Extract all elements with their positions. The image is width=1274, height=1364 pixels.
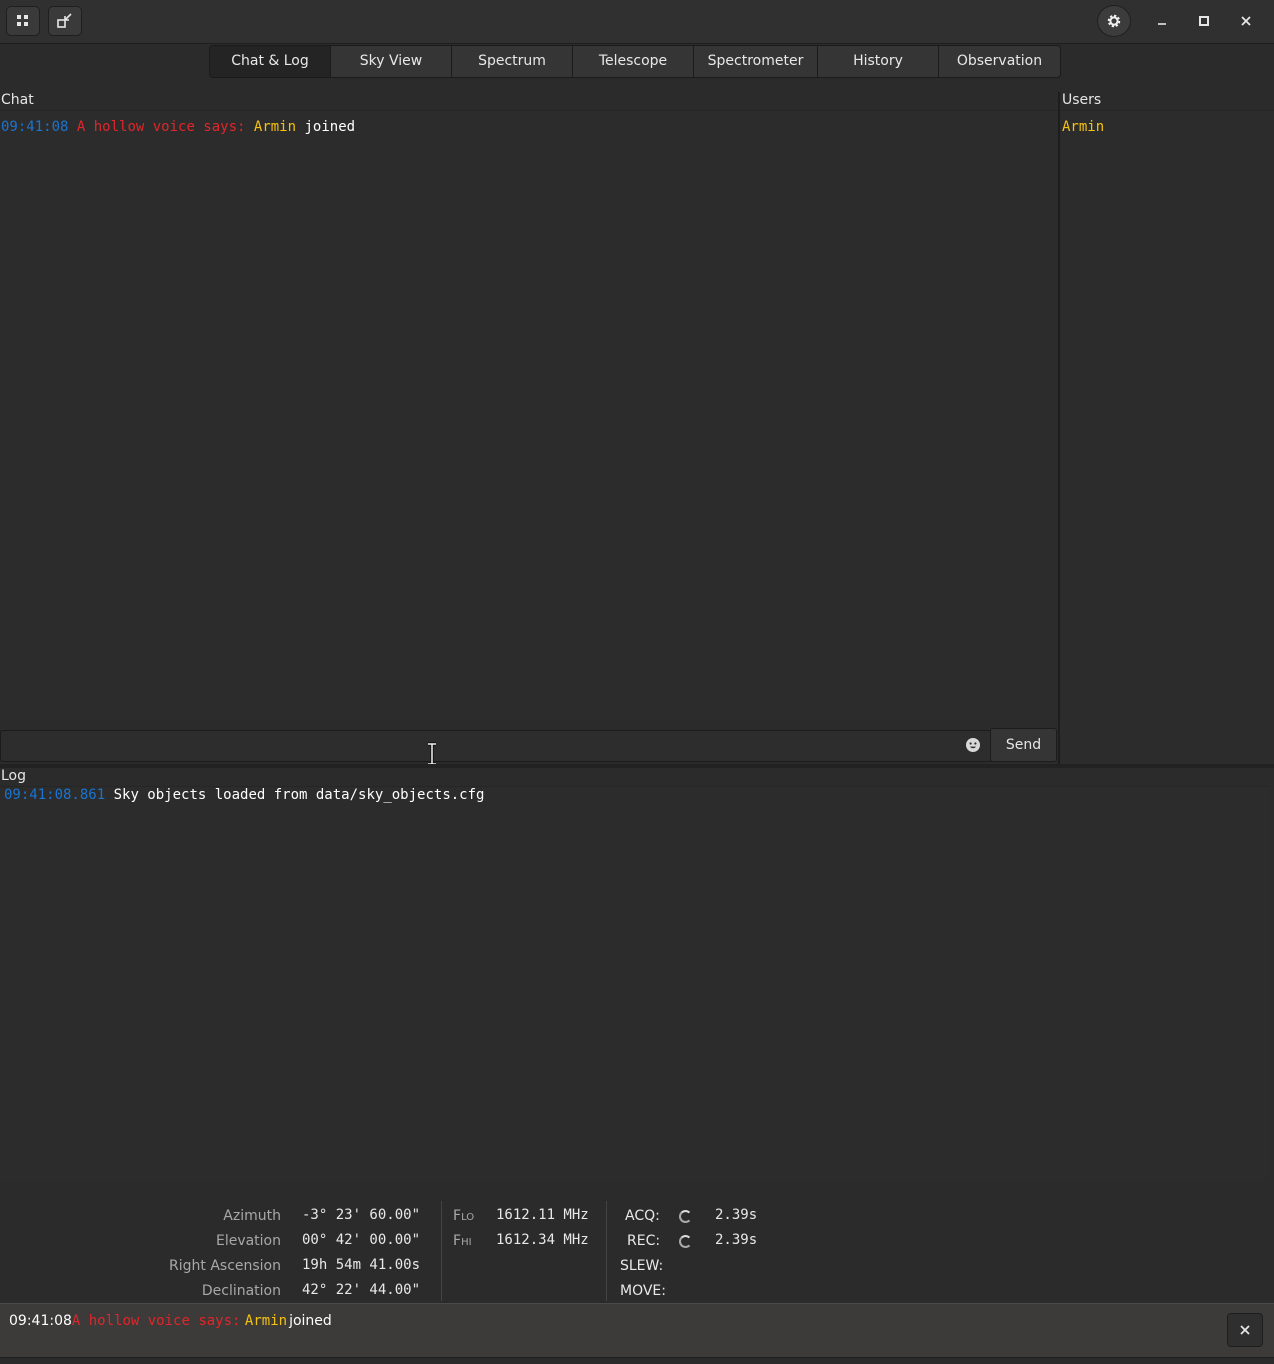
apps-button[interactable]: [6, 6, 40, 36]
users-pane: Users Armin: [1058, 92, 1274, 764]
chat-input[interactable]: [0, 730, 1056, 762]
flo-label: FLO: [453, 1208, 474, 1224]
rec-spinner-icon: [679, 1235, 692, 1248]
emoji-icon: [966, 738, 980, 752]
minimize-icon: [1158, 23, 1166, 25]
log-entry: 09:41:08.861 Sky objects loaded from dat…: [4, 787, 484, 803]
send-button[interactable]: Send: [990, 728, 1057, 762]
chat-message: 09:41:08 A hollow voice says: Armin join…: [1, 119, 355, 135]
acq-spinner-icon: [679, 1210, 692, 1223]
fhi-label: FHI: [453, 1233, 472, 1249]
users-list[interactable]: Armin: [1060, 110, 1274, 764]
acq-time: 2.39s: [715, 1207, 758, 1223]
notification-text: joined: [289, 1313, 332, 1329]
emoji-button[interactable]: [965, 737, 981, 753]
maximize-button[interactable]: [1190, 8, 1218, 34]
close-button[interactable]: [1232, 8, 1260, 34]
chat-message-user: Armin: [253, 119, 297, 135]
slew-label: SLEW:: [620, 1258, 664, 1274]
tab-observation[interactable]: Observation: [939, 46, 1060, 77]
settings-button[interactable]: [1097, 5, 1131, 37]
header-bar: [0, 0, 1274, 44]
dec-value: 42° 22' 44.00": [302, 1282, 421, 1298]
notification-message: 09:41:08A hollow voice says: Armin joined: [9, 1313, 332, 1329]
rec-time: 2.39s: [715, 1232, 758, 1248]
tab-chat-log[interactable]: Chat & Log: [210, 46, 331, 77]
tab-spectrum[interactable]: Spectrum: [452, 46, 573, 77]
chat-history[interactable]: 09:41:08 A hollow voice says: Armin join…: [0, 110, 1057, 720]
notification-bar: 09:41:08A hollow voice says: Armin joined: [0, 1303, 1274, 1357]
tab-bar: Chat & Log Sky View Spectrum Telescope S…: [209, 45, 1061, 78]
text-cursor-icon: [428, 742, 436, 766]
notification-speaker: A hollow voice says:: [71, 1313, 241, 1329]
close-icon: [1240, 1325, 1250, 1335]
user-item[interactable]: Armin: [1062, 119, 1104, 135]
elevation-label: Elevation: [215, 1233, 281, 1249]
tab-telescope[interactable]: Telescope: [573, 46, 694, 77]
notification-time: 09:41:08: [9, 1313, 72, 1329]
dec-label: Declination: [201, 1283, 281, 1299]
restore-icon: [57, 13, 72, 28]
gear-icon: [1107, 14, 1121, 28]
status-separator: [441, 1201, 442, 1301]
users-label: Users: [1062, 92, 1102, 108]
rec-label: REC:: [627, 1233, 661, 1249]
restore-button[interactable]: [48, 6, 82, 36]
bottom-strip: [0, 1357, 1274, 1364]
flo-label-sub: LO: [461, 1212, 475, 1223]
log-label: Log: [1, 768, 27, 784]
tab-sky-view[interactable]: Sky View: [331, 46, 452, 77]
ra-value: 19h 54m 41.00s: [302, 1257, 421, 1273]
chat-pane: Chat 09:41:08 A hollow voice says: Armin…: [0, 92, 1058, 764]
tab-spectrometer[interactable]: Spectrometer: [694, 46, 818, 77]
azimuth-value: -3° 23' 60.00": [302, 1207, 421, 1223]
grid-icon: [17, 15, 28, 26]
fhi-value: 1612.34 MHz: [496, 1232, 589, 1248]
fhi-label-sub: HI: [461, 1237, 472, 1248]
log-entry-time: 09:41:08.861: [4, 787, 106, 803]
close-icon: [1241, 16, 1251, 26]
minimize-button[interactable]: [1148, 8, 1176, 34]
move-label: MOVE:: [620, 1283, 666, 1299]
status-separator: [606, 1201, 607, 1301]
elevation-value: 00° 42' 00.00": [302, 1232, 421, 1248]
notification-close-button[interactable]: [1227, 1313, 1263, 1347]
acq-label: ACQ:: [625, 1208, 660, 1224]
flo-label-main: F: [453, 1208, 462, 1224]
chat-message-speaker: A hollow voice says:: [76, 119, 246, 135]
chat-message-time: 09:41:08: [1, 119, 69, 135]
tab-history[interactable]: History: [818, 46, 939, 77]
status-panel: Azimuth -3° 23' 60.00" Elevation 00° 42'…: [0, 1183, 1274, 1303]
chat-label: Chat: [1, 92, 34, 108]
log-entry-text: Sky objects loaded from data/sky_objects…: [113, 787, 485, 803]
log-view[interactable]: 09:41:08.861 Sky objects loaded from dat…: [0, 786, 1270, 1182]
pane-splitter[interactable]: [0, 764, 1274, 768]
maximize-icon: [1199, 16, 1209, 26]
fhi-label-main: F: [453, 1233, 462, 1249]
chat-message-text: joined: [304, 119, 356, 135]
ra-label: Right Ascension: [169, 1258, 281, 1274]
notification-user: Armin: [244, 1313, 288, 1329]
flo-value: 1612.11 MHz: [496, 1207, 589, 1223]
azimuth-label: Azimuth: [223, 1208, 281, 1224]
